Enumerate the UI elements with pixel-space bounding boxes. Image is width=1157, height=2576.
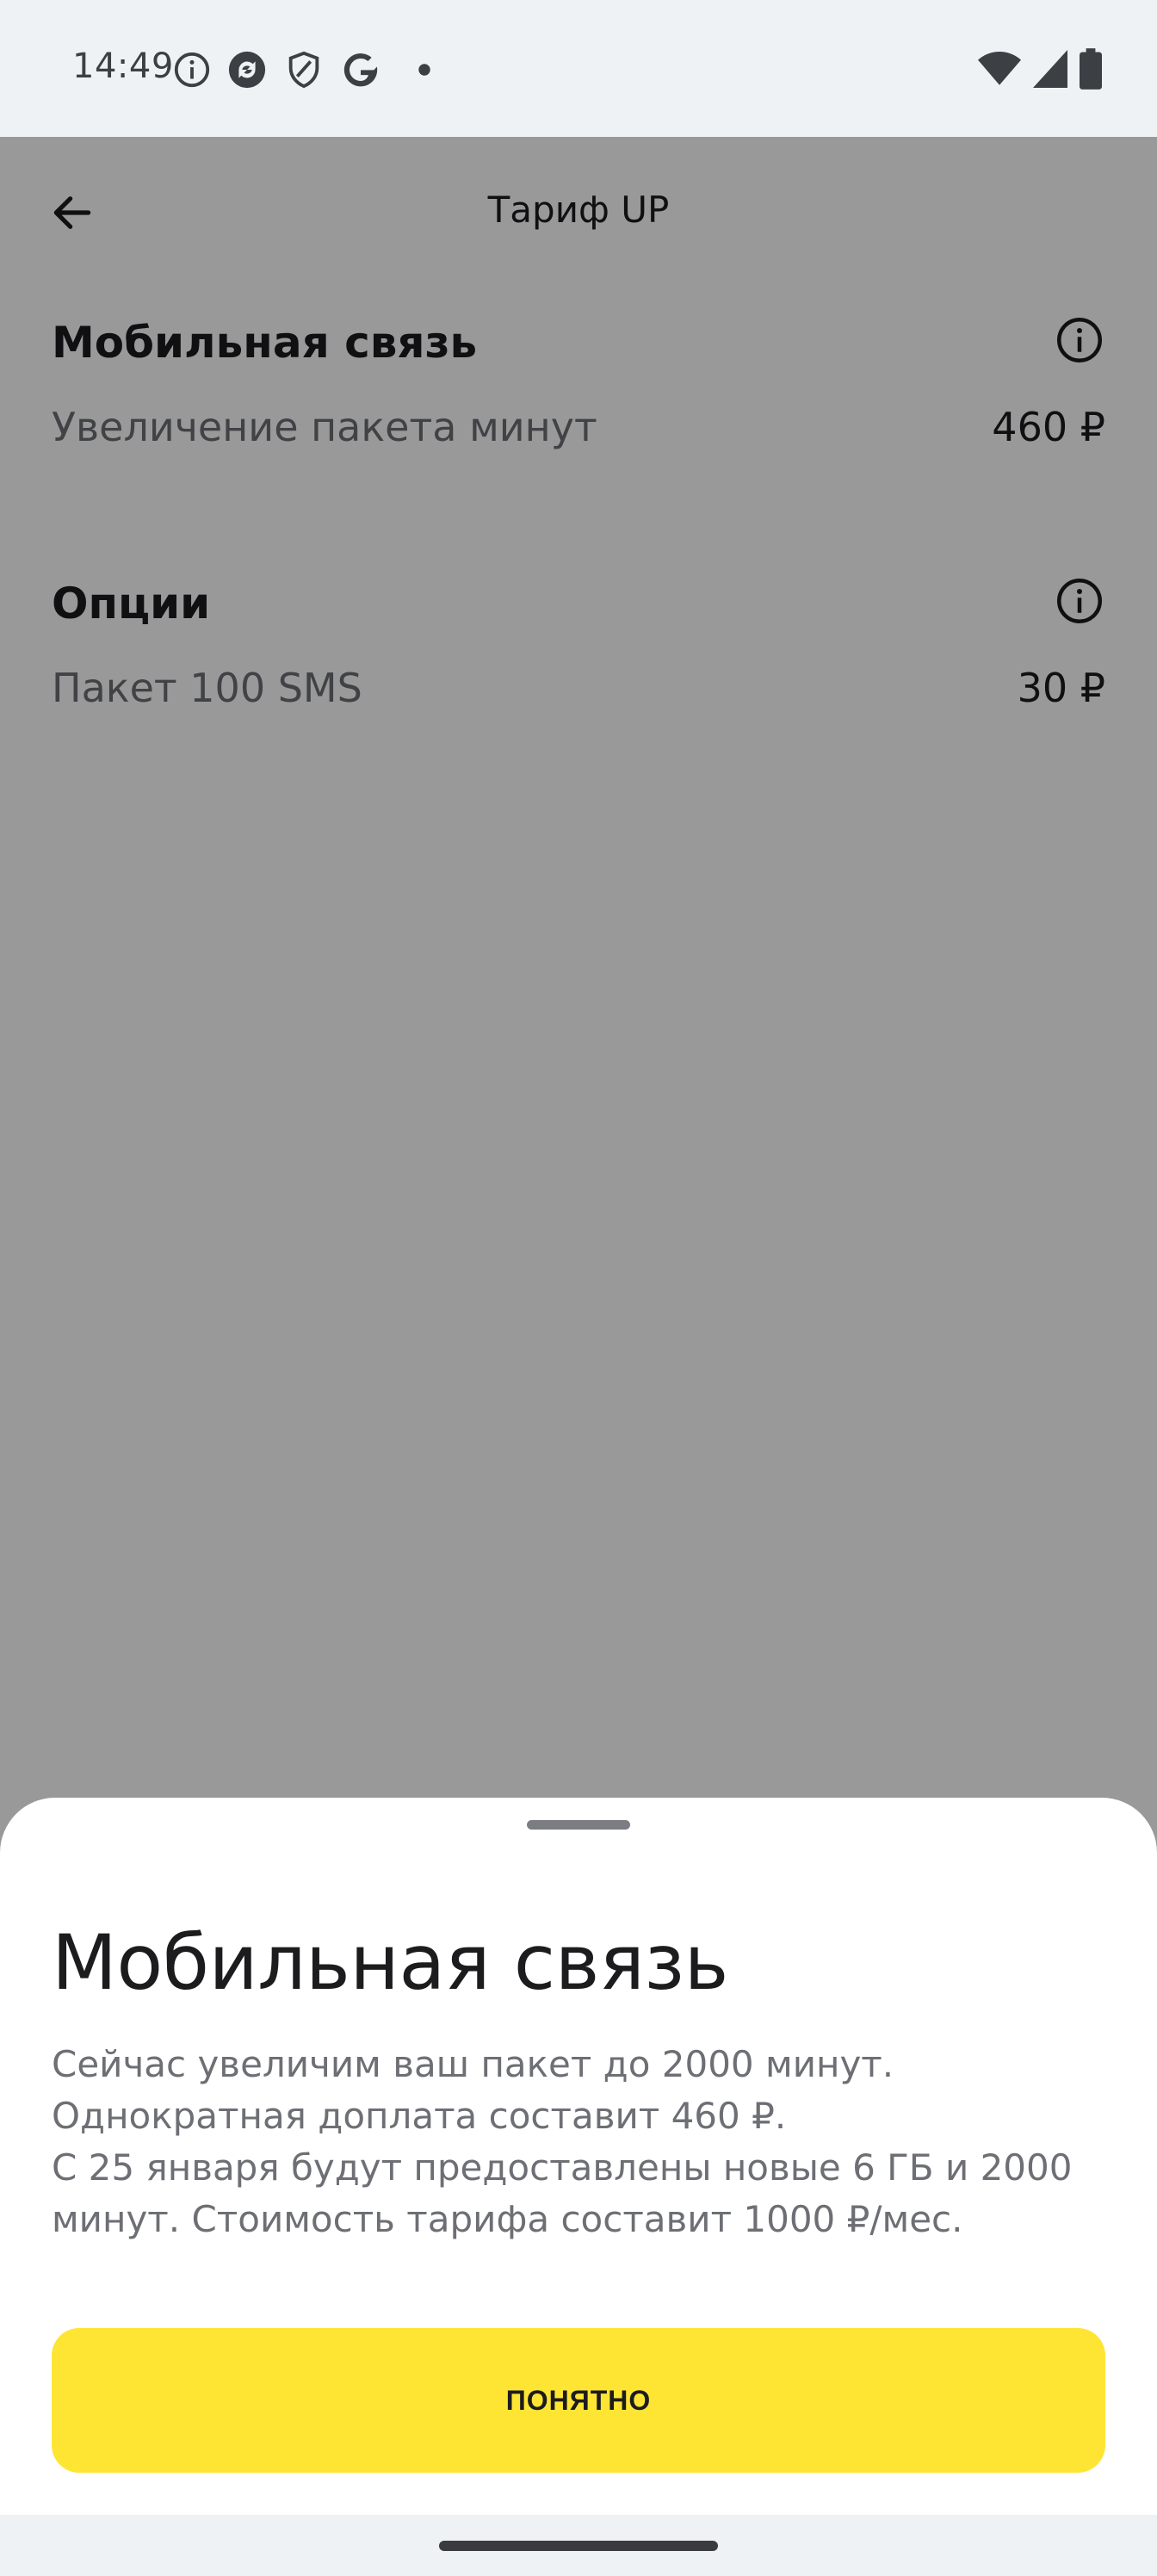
ok-button[interactable]: ПОНЯТНО — [52, 2328, 1105, 2473]
info-icon — [174, 52, 210, 88]
status-time: 14:49 — [72, 46, 174, 86]
home-gesture-handle[interactable] — [439, 2541, 718, 2551]
battery-icon — [1080, 48, 1102, 90]
navigation-bar — [0, 2515, 1157, 2576]
bottom-sheet: Мобильная связь Сейчас увеличим ваш паке… — [0, 1798, 1157, 2515]
sheet-title: Мобильная связь — [52, 1918, 729, 2007]
google-icon — [343, 53, 378, 87]
wifi-icon — [978, 52, 1021, 85]
sync-icon — [228, 51, 266, 89]
drag-handle[interactable] — [527, 1820, 630, 1830]
status-right-icons — [978, 48, 1102, 90]
dot-icon — [418, 64, 430, 76]
status-bar: 14:49 — [0, 0, 1157, 137]
sheet-description: Сейчас увеличим ваш пакет до 2000 минут.… — [52, 2043, 1073, 2240]
shield-icon — [288, 51, 319, 89]
signal-icon — [1033, 50, 1067, 88]
